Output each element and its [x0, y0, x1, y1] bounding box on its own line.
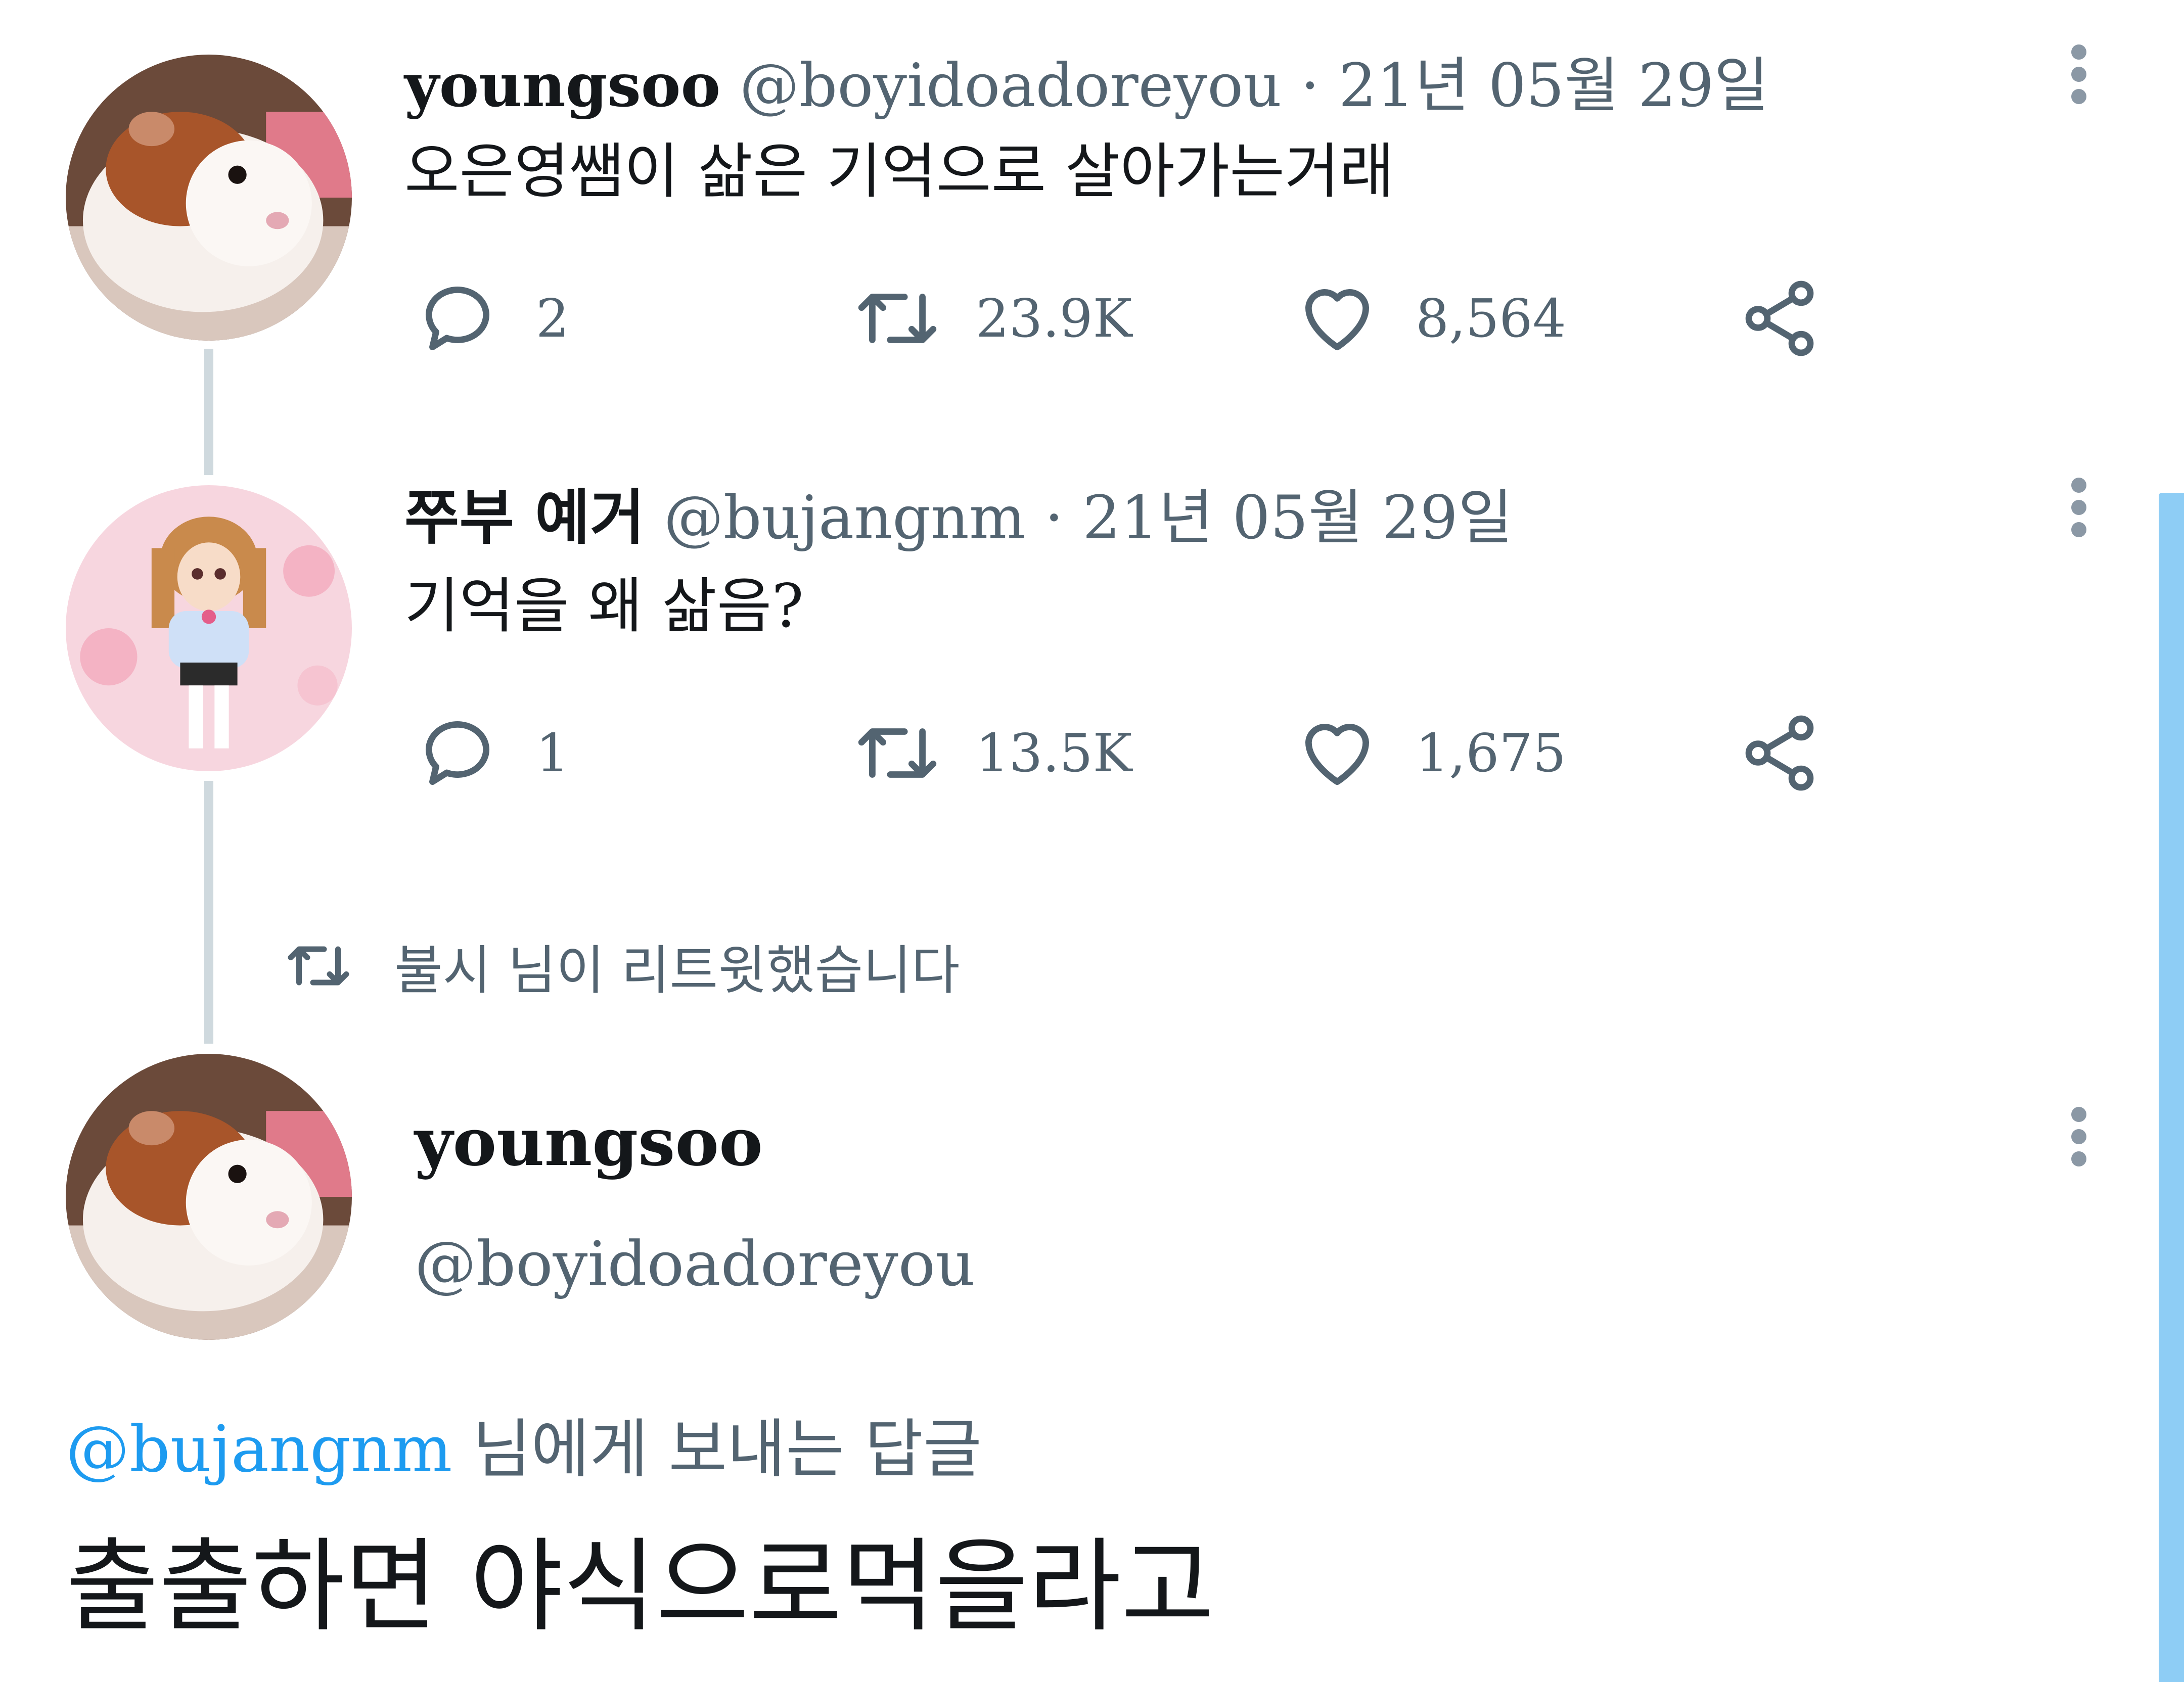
share-icon — [1745, 715, 1814, 791]
like-icon — [1305, 724, 1370, 785]
retweet-button[interactable]: 13.5K — [854, 710, 1132, 796]
tweet-2-display-name[interactable]: 쭈부 예거 — [404, 482, 645, 552]
thread-line-1 — [204, 349, 213, 475]
tweet-1-date[interactable]: · 21년 05월 29일 — [1282, 51, 1769, 120]
retweet-count: 23.9K — [976, 288, 1132, 349]
more-icon[interactable] — [2069, 478, 2089, 544]
avatar-guinea-pig[interactable] — [66, 1054, 352, 1340]
like-icon — [1305, 289, 1370, 351]
share-button[interactable] — [1737, 275, 1823, 361]
retweet-icon — [288, 946, 349, 985]
tweet-2-header: 쭈부 예거 @bujangnm · 21년 05월 29일 — [404, 488, 1513, 548]
more-icon[interactable] — [2069, 44, 2089, 111]
retweet-notice-text: 불시 님이 리트윗했습니다 — [394, 940, 960, 1001]
replying-to: @bujangnm 님에게 보내는 답글 — [66, 1418, 982, 1481]
retweet-icon — [858, 728, 937, 778]
tweet-1-text: 오은영쌤이 삶은 기억으로 살아가는거래 — [404, 136, 1395, 206]
main-tweet-text: 출출하면 야식으로먹을라고 — [66, 1528, 1214, 1646]
reply-button[interactable]: 1 — [415, 710, 569, 796]
share-icon — [1745, 281, 1814, 356]
like-count: 8,564 — [1416, 288, 1566, 349]
share-button[interactable] — [1737, 710, 1823, 796]
like-count: 1,675 — [1416, 722, 1566, 784]
avatar-anime-doll[interactable] — [66, 485, 352, 771]
reply-count: 2 — [536, 288, 570, 349]
retweet-button[interactable]: 23.9K — [854, 275, 1132, 361]
more-icon[interactable] — [2069, 1107, 2089, 1174]
retweet-notice[interactable]: 불시 님이 리트윗했습니다 — [283, 927, 960, 1004]
tweet-1-handle[interactable]: @boyidoadoreyou — [740, 51, 1282, 120]
tweet-2-text: 기억을 왜 삶음? — [404, 571, 804, 641]
tweet-2-date[interactable]: · 21년 05월 29일 — [1026, 483, 1513, 552]
reply-icon — [425, 721, 490, 785]
avatar-guinea-pig[interactable] — [66, 55, 352, 341]
like-button[interactable]: 1,675 — [1294, 710, 1566, 796]
tweet-1-display-name[interactable]: youngsoo — [404, 50, 720, 120]
reply-suffix: 님에게 보내는 답글 — [452, 1412, 982, 1486]
tweet-1-header: youngsoo @boyidoadoreyou · 21년 05월 29일 — [404, 56, 1769, 116]
retweet-icon — [858, 294, 937, 343]
main-handle[interactable]: @boyidoadoreyou — [415, 1233, 975, 1295]
reply-mention-link[interactable]: @bujangnm — [66, 1412, 452, 1486]
reply-icon — [425, 287, 490, 351]
tweet-2-handle[interactable]: @bujangnm — [664, 483, 1026, 552]
reply-button[interactable]: 2 — [415, 275, 569, 361]
scrollbar[interactable] — [2159, 493, 2184, 1682]
main-display-name[interactable]: youngsoo — [415, 1109, 763, 1175]
thread-line-2 — [204, 781, 213, 1044]
retweet-count: 13.5K — [976, 722, 1132, 784]
reply-count: 1 — [536, 722, 570, 784]
like-button[interactable]: 8,564 — [1294, 275, 1566, 361]
